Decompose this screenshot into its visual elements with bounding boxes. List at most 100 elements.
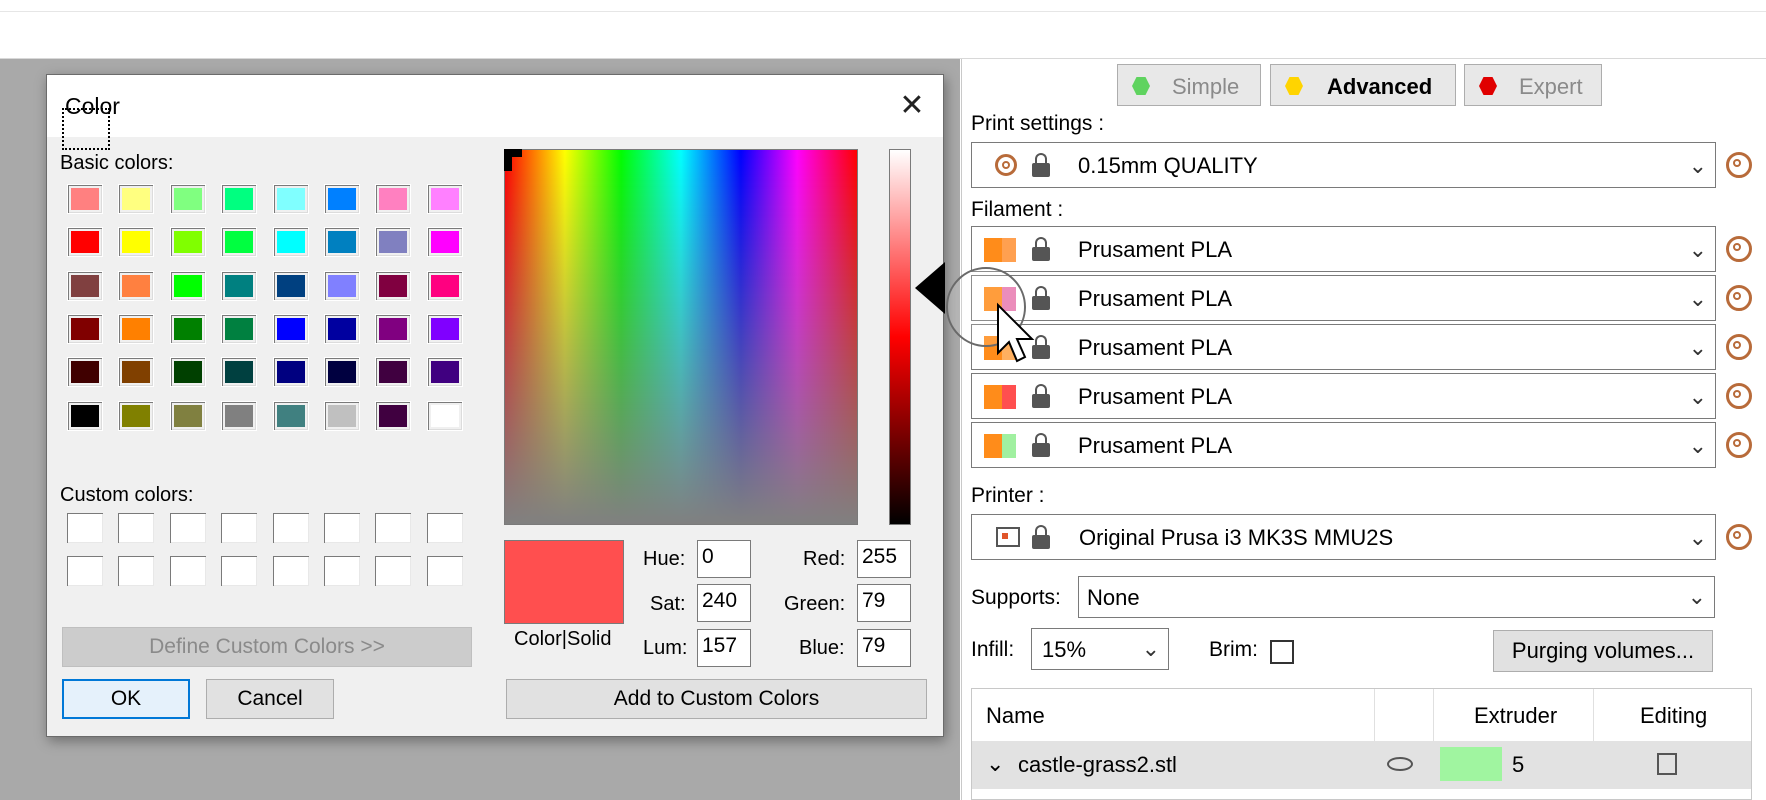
basic-color-swatch[interactable] [272,270,309,301]
custom-color-swatch[interactable] [324,513,360,543]
basic-color-swatch[interactable] [118,270,155,301]
basic-color-swatch[interactable] [426,313,463,344]
blue-input[interactable]: 79 [857,629,911,667]
sat-input[interactable]: 240 [697,584,751,622]
basic-color-swatch[interactable] [375,313,412,344]
basic-color-swatch[interactable] [272,227,309,258]
basic-color-swatch[interactable] [118,400,155,431]
basic-color-swatch[interactable] [221,400,258,431]
print-settings-edit-gear-icon[interactable] [1726,152,1752,178]
basic-color-swatch[interactable] [221,313,258,344]
basic-color-swatch[interactable] [221,270,258,301]
filament-combo[interactable]: Prusament PLA ⌄ [971,373,1716,419]
basic-color-swatch[interactable] [272,184,309,214]
basic-color-swatch[interactable] [221,184,258,214]
basic-color-swatch[interactable] [118,357,155,388]
add-to-custom-colors-button[interactable]: Add to Custom Colors [506,679,927,719]
filament-combo[interactable]: Prusament PLA ⌄ [971,275,1716,321]
basic-color-swatch[interactable] [118,184,155,214]
basic-color-swatch[interactable] [324,400,360,431]
cancel-button[interactable]: Cancel [206,679,334,719]
basic-color-swatch[interactable] [118,227,155,258]
basic-color-swatch[interactable] [375,227,412,258]
basic-color-swatch[interactable] [426,357,463,388]
filament-combo[interactable]: Prusament PLA ⌄ [971,422,1716,468]
hue-saturation-spectrum[interactable] [504,149,858,525]
filament-edit-gear-icon[interactable] [1726,334,1752,360]
hue-input[interactable]: 0 [697,540,751,578]
basic-color-swatch[interactable] [272,400,309,431]
custom-color-swatch[interactable] [221,556,258,586]
mode-simple-button[interactable]: Simple [1117,64,1261,106]
basic-color-swatch[interactable] [324,270,360,301]
chevron-down-icon[interactable]: ⌄ [986,751,1004,777]
basic-color-swatch[interactable] [272,313,309,344]
basic-color-swatch[interactable] [426,400,463,431]
basic-color-swatch[interactable] [169,184,206,214]
basic-color-swatch[interactable] [221,227,258,258]
ok-button[interactable]: OK [62,679,190,719]
basic-color-swatch[interactable] [375,184,412,214]
basic-color-swatch[interactable] [324,357,360,388]
custom-color-swatch[interactable] [67,556,103,586]
printer-edit-gear-icon[interactable] [1726,524,1752,550]
print-settings-combo[interactable]: 0.15mm QUALITY ⌄ [971,142,1716,188]
filament-combo[interactable]: Prusament PLA ⌄ [971,226,1716,272]
basic-color-swatch[interactable] [67,184,103,214]
custom-color-swatch[interactable] [375,513,412,543]
custom-color-swatch[interactable] [375,556,412,586]
basic-color-swatch[interactable] [426,270,463,301]
custom-color-swatch[interactable] [324,556,360,586]
custom-color-swatch[interactable] [169,556,206,586]
supports-combo[interactable]: None ⌄ [1078,576,1715,618]
custom-color-swatch[interactable] [426,513,463,543]
basic-color-swatch[interactable] [324,313,360,344]
mode-expert-button[interactable]: Expert [1464,64,1602,106]
filament-combo[interactable]: Prusament PLA ⌄ [971,324,1716,370]
basic-color-swatch[interactable] [375,400,412,431]
custom-color-swatch[interactable] [221,513,258,543]
basic-color-swatch[interactable] [67,357,103,388]
basic-color-swatch[interactable] [426,184,463,214]
basic-color-swatch[interactable] [169,313,206,344]
basic-color-swatch[interactable] [67,313,103,344]
custom-color-swatch[interactable] [272,513,309,543]
basic-color-swatch[interactable] [67,227,103,258]
luminance-slider[interactable] [889,149,911,525]
brim-checkbox[interactable] [1270,640,1294,664]
custom-color-swatch[interactable] [426,556,463,586]
table-row[interactable]: ⌄ castle-grass2.stl 5 [972,741,1751,789]
custom-color-swatch[interactable] [169,513,206,543]
basic-color-swatch[interactable] [375,357,412,388]
basic-color-swatch[interactable] [118,313,155,344]
basic-color-swatch[interactable] [169,357,206,388]
red-input[interactable]: 255 [857,540,911,578]
basic-color-swatch[interactable] [324,227,360,258]
filament-edit-gear-icon[interactable] [1726,285,1752,311]
green-input[interactable]: 79 [857,584,911,622]
mode-advanced-button[interactable]: Advanced [1270,64,1456,106]
custom-color-swatch[interactable] [67,513,103,543]
custom-color-swatch[interactable] [118,513,155,543]
basic-color-swatch[interactable] [67,400,103,431]
editing-icon[interactable] [1657,753,1677,775]
basic-color-swatch[interactable] [169,227,206,258]
printer-combo[interactable]: Original Prusa i3 MK3S MMU2S ⌄ [971,514,1716,560]
lum-input[interactable]: 157 [697,629,751,667]
basic-color-swatch[interactable] [221,357,258,388]
basic-color-swatch[interactable] [426,227,463,258]
close-icon[interactable]: ✕ [881,75,943,137]
eye-icon[interactable] [1387,757,1413,771]
basic-color-swatch[interactable] [324,184,360,214]
purging-volumes-button[interactable]: Purging volumes... [1493,630,1713,672]
define-custom-colors-button[interactable]: Define Custom Colors >> [62,627,472,667]
filament-edit-gear-icon[interactable] [1726,236,1752,262]
filament-edit-gear-icon[interactable] [1726,432,1752,458]
luminance-arrow-icon[interactable] [915,262,945,314]
infill-combo[interactable]: 15% ⌄ [1031,628,1169,670]
basic-color-swatch[interactable] [169,270,206,301]
basic-color-swatch[interactable] [169,400,206,431]
custom-color-swatch[interactable] [272,556,309,586]
basic-color-swatch[interactable] [67,270,103,301]
filament-edit-gear-icon[interactable] [1726,383,1752,409]
